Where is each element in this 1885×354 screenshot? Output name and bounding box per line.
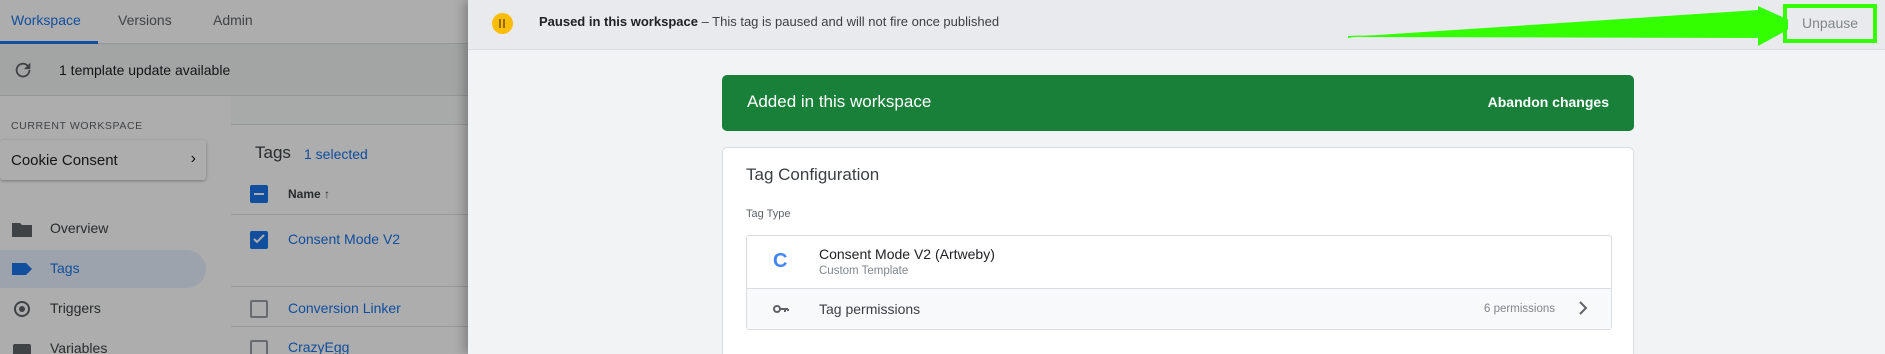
modal-scrim[interactable] bbox=[0, 0, 470, 354]
unpause-button[interactable]: Unpause bbox=[1787, 8, 1873, 39]
tag-permissions-row[interactable]: Tag permissions 6 permissions bbox=[747, 289, 1611, 329]
custom-template-icon: C bbox=[773, 250, 788, 272]
tag-detail-panel: Paused in this workspace – This tag is p… bbox=[468, 0, 1885, 354]
permissions-count: 6 permissions bbox=[1484, 303, 1555, 315]
tag-type-box: C Consent Mode V2 (Artweby) Custom Templ… bbox=[746, 235, 1612, 330]
paused-separator: – bbox=[697, 14, 713, 29]
green-arrow-annotation bbox=[1348, 6, 1788, 46]
template-type: Custom Template bbox=[819, 265, 909, 277]
template-name: Consent Mode V2 (Artweby) bbox=[819, 246, 995, 262]
chevron-right-icon bbox=[1579, 301, 1588, 315]
template-row[interactable]: C Consent Mode V2 (Artweby) Custom Templ… bbox=[747, 236, 1611, 289]
config-title: Tag Configuration bbox=[746, 165, 880, 184]
paused-text: This tag is paused and will not fire onc… bbox=[712, 14, 1000, 29]
banner-title: Added in this workspace bbox=[747, 92, 932, 111]
tag-type-label: Tag Type bbox=[746, 208, 791, 220]
paused-message: Paused in this workspace – This tag is p… bbox=[539, 14, 999, 29]
workspace-change-banner: Added in this workspace Abandon changes bbox=[722, 75, 1634, 131]
abandon-changes-button[interactable]: Abandon changes bbox=[1488, 94, 1609, 110]
permissions-label: Tag permissions bbox=[819, 301, 921, 317]
paused-title: Paused in this workspace bbox=[539, 14, 698, 29]
key-icon bbox=[773, 305, 789, 313]
tag-configuration-card[interactable]: Tag Configuration Tag Type C Consent Mod… bbox=[722, 147, 1634, 354]
pause-icon bbox=[492, 13, 513, 34]
paused-notice-bar: Paused in this workspace – This tag is p… bbox=[468, 0, 1885, 50]
unpause-highlight-annotation: Unpause bbox=[1783, 4, 1877, 43]
